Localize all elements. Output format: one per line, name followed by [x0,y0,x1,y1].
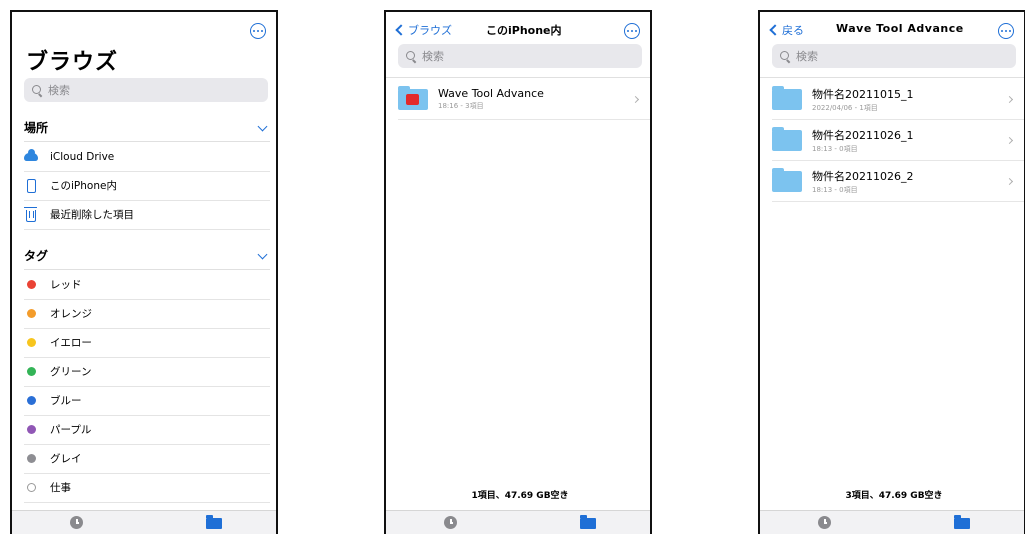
location-label: iCloud Drive [50,150,115,163]
app-badge-icon [406,93,419,105]
divider [386,77,650,78]
chevron-right-icon [1005,95,1014,103]
folder-row[interactable]: Wave Tool Advance 18:16 - 3項目 [398,79,650,120]
back-label: 戻る [782,24,804,37]
folder-row[interactable]: 物件名20211026_2 18:13 - 0項目 [772,161,1024,202]
iphone-screen: ブラウズ このiPhone内 検索 Wave Tool Advance 18:1… [384,10,652,534]
blue-tag-dot-icon [26,396,36,406]
folder-icon [772,126,802,151]
orange-tag-dot-icon [26,309,36,319]
tag-item[interactable]: オレンジ [24,300,270,329]
page-title: ブラウズ [26,50,119,75]
more-options-icon[interactable] [998,23,1014,39]
back-button[interactable]: 戻る [768,22,804,38]
folder-row[interactable]: 物件名20211026_1 18:13 - 0項目 [772,120,1024,161]
locations-section-header[interactable]: 場所 [24,114,270,142]
tag-item[interactable]: パープル [24,416,270,445]
gray-tag-dot-icon [26,454,36,464]
search-field[interactable]: 検索 [772,44,1016,68]
clock-icon[interactable] [70,516,83,529]
tag-item[interactable]: グリーン [24,358,270,387]
red-tag-dot-icon [26,280,36,290]
tag-item[interactable]: イエロー [24,329,270,358]
storage-status: 1項目、47.69 GB空き [471,491,569,501]
folder-name: 物件名20211026_2 [812,169,914,183]
chevron-right-icon [1005,136,1014,144]
more-options-icon[interactable] [624,23,640,39]
folder-icon[interactable] [954,515,970,529]
app-folder-icon [398,85,428,110]
search-icon [780,50,791,62]
chevron-right-icon [1005,177,1014,185]
iphone-icon [26,178,36,193]
chevron-right-icon [631,95,640,103]
tab-bar [760,510,1024,534]
location-item-recently-deleted[interactable]: 最近削除した項目 [24,201,270,230]
folder-name: Wave Tool Advance [438,87,544,100]
folder-row[interactable]: 物件名20211015_1 2022/04/06 - 1項目 [772,79,1024,120]
tag-label: レッド [50,279,82,292]
clock-icon[interactable] [444,516,457,529]
search-icon [406,50,417,62]
back-label: ブラウズ [408,24,452,37]
trash-icon [24,206,37,222]
tag-label: オレンジ [50,308,92,321]
nav-title: Wave Tool Advance [836,22,964,35]
yellow-tag-dot-icon [26,338,36,348]
cloud-icon [24,148,38,161]
tag-item[interactable]: ブルー [24,387,270,416]
tag-label: 仕事 [50,482,71,495]
chevron-down-icon [257,249,268,259]
purple-tag-dot-icon [26,425,36,435]
tag-label: グリーン [50,366,92,379]
clock-icon[interactable] [818,516,831,529]
search-placeholder: 検索 [422,50,444,63]
back-button[interactable]: ブラウズ [394,22,452,38]
folder-meta: 18:16 - 3項目 [438,102,484,110]
tags-section-header[interactable]: タグ [24,242,270,270]
folder-meta: 18:13 - 0項目 [812,185,858,194]
folder-screen: 戻る Wave Tool Advance 検索 物件名20211015_1 20… [758,10,1025,534]
tag-label: パープル [50,424,92,437]
green-tag-dot-icon [26,367,36,377]
tab-bar [12,510,276,534]
chevron-down-icon [257,121,268,131]
folder-meta: 18:13 - 0項目 [812,144,858,153]
tags-header-label: タグ [24,249,49,263]
folder-name: 物件名20211015_1 [812,87,914,101]
folder-icon [772,167,802,192]
browse-screen: ブラウズ 検索 場所 iCloud Drive このiPhone内 最近削除した… [10,10,278,534]
folder-icon[interactable] [206,515,222,529]
more-options-icon[interactable] [250,23,266,39]
search-placeholder: 検索 [48,84,70,97]
location-item-iphone[interactable]: このiPhone内 [24,172,270,201]
storage-status: 3項目、47.69 GB空き [845,491,943,501]
search-field[interactable]: 検索 [24,78,268,102]
folder-icon[interactable] [580,515,596,529]
tab-bar [386,510,650,534]
tag-item[interactable]: グレイ [24,445,270,474]
tag-label: イエロー [50,337,92,350]
search-field[interactable]: 検索 [398,44,642,68]
search-placeholder: 検索 [796,50,818,63]
search-icon [32,84,43,96]
location-label: このiPhone内 [50,180,117,193]
tag-label: グレイ [50,453,82,466]
chevron-left-icon [769,24,781,36]
folder-icon [772,85,802,110]
empty-tag-dot-icon [26,483,36,493]
divider [760,77,1024,78]
location-item-icloud[interactable]: iCloud Drive [24,143,270,172]
tag-item[interactable]: 仕事 [24,474,270,503]
tag-item[interactable]: レッド [24,271,270,300]
chevron-left-icon [395,24,407,36]
folder-meta: 2022/04/06 - 1項目 [812,103,878,112]
folder-name: 物件名20211026_1 [812,128,914,142]
nav-title: このiPhone内 [486,24,562,37]
tag-label: ブルー [50,395,82,408]
locations-header-label: 場所 [24,121,49,135]
location-label: 最近削除した項目 [50,209,134,222]
